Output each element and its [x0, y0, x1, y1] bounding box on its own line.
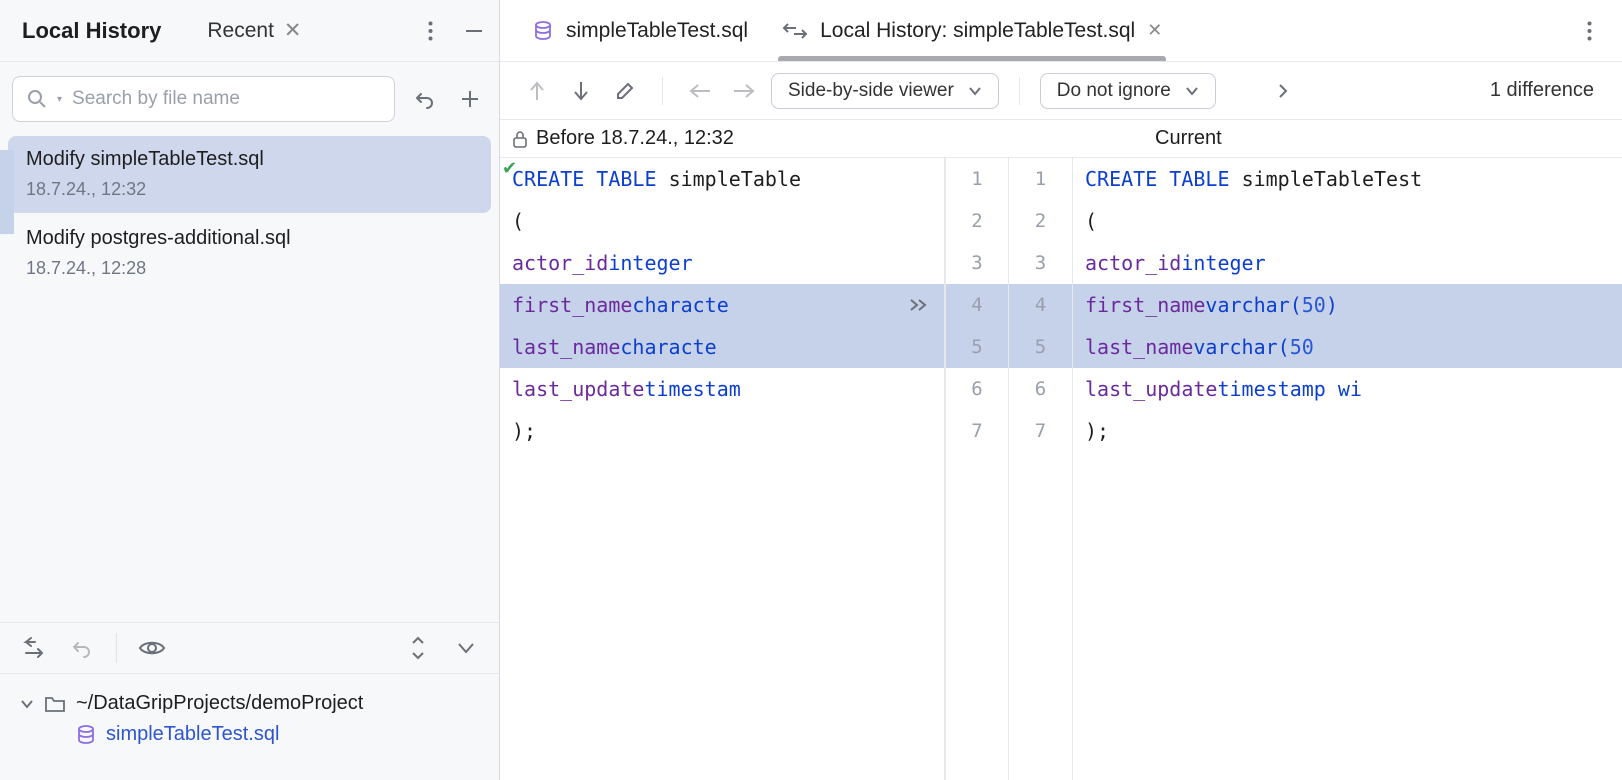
undo-icon[interactable]: [407, 82, 441, 116]
left-line-numbers: 1 2 3 4 5 6 7: [945, 158, 1009, 780]
history-item-timestamp: 18.7.24., 12:32: [26, 177, 473, 201]
prev-diff-icon[interactable]: [520, 74, 554, 108]
add-icon[interactable]: [453, 82, 487, 116]
database-icon: [532, 20, 554, 42]
tab-label: Local History: simpleTableTest.sql: [820, 19, 1135, 43]
undo-icon[interactable]: [64, 631, 98, 665]
diff-icon: [782, 20, 808, 42]
expand-icon[interactable]: [1266, 74, 1300, 108]
tree-root-label: ~/DataGripProjects/demoProject: [76, 692, 363, 715]
folder-icon: [44, 695, 66, 713]
tree-file-label: simpleTableTest.sql: [106, 723, 279, 746]
separator: [662, 77, 663, 105]
edit-icon[interactable]: [608, 74, 642, 108]
pane-header-before-label: Before 18.7.24., 12:32: [536, 127, 734, 150]
chevron-down-icon: [1185, 86, 1199, 96]
editor-panel: simpleTableTest.sql Local History: simpl…: [500, 0, 1622, 780]
separator: [116, 633, 117, 663]
viewer-mode-label: Side-by-side viewer: [788, 80, 954, 102]
search-input[interactable]: ▾: [12, 76, 395, 122]
chevron-down-icon: [968, 86, 982, 96]
next-diff-icon[interactable]: [564, 74, 598, 108]
more-icon[interactable]: [1572, 14, 1606, 48]
search-icon: [27, 89, 47, 109]
history-item[interactable]: Modify postgres-additional.sql 18.7.24.,…: [8, 215, 491, 292]
history-item-title: Modify postgres-additional.sql: [26, 225, 473, 252]
left-panel-header: Local History Recent ✕: [0, 0, 499, 62]
tab-file[interactable]: simpleTableTest.sql: [518, 0, 762, 61]
file-tree: ~/DataGripProjects/demoProject simpleTab…: [0, 673, 499, 780]
difference-count: 1 difference: [1490, 79, 1602, 102]
history-item-timestamp: 18.7.24., 12:28: [26, 256, 473, 280]
chevron-down-icon[interactable]: [20, 697, 34, 711]
check-icon: ✔: [502, 158, 517, 179]
collapse-icon[interactable]: [449, 631, 483, 665]
accept-change-icon[interactable]: [895, 284, 944, 326]
history-item-title: Modify simpleTableTest.sql: [26, 146, 473, 173]
pane-header-current-label: Current: [1155, 127, 1222, 150]
code-pane-right[interactable]: CREATE TABLE simpleTableTest ( actor_id …: [1073, 158, 1622, 780]
tab-recent[interactable]: Recent ✕: [197, 12, 311, 49]
left-footer-toolbar: [0, 622, 499, 673]
accept-gutter: [895, 158, 945, 780]
lock-icon: [512, 130, 528, 148]
tree-root[interactable]: ~/DataGripProjects/demoProject: [16, 688, 483, 719]
ignore-mode-label: Do not ignore: [1057, 80, 1171, 102]
panel-title: Local History: [22, 18, 161, 44]
tab-local-history[interactable]: Local History: simpleTableTest.sql ✕: [768, 0, 1176, 61]
forward-icon[interactable]: [727, 74, 761, 108]
diff-body: ✔ CREATE TABLE simpleTable ( actor_id in…: [500, 158, 1622, 780]
history-list: Modify simpleTableTest.sql 18.7.24., 12:…: [0, 136, 499, 622]
change-marker: [0, 150, 14, 234]
revert-commit-icon[interactable]: [16, 631, 50, 665]
left-toolbar: ▾: [0, 62, 499, 136]
tab-label: simpleTableTest.sql: [566, 19, 748, 43]
back-icon[interactable]: [683, 74, 717, 108]
updown-icon[interactable]: [401, 631, 435, 665]
code-pane-left[interactable]: ✔ CREATE TABLE simpleTable ( actor_id in…: [500, 158, 895, 780]
separator: [1019, 77, 1020, 105]
pane-header-current: Current: [1143, 120, 1234, 157]
search-field[interactable]: [72, 88, 380, 110]
diff-toolbar: Side-by-side viewer Do not ignore 1 diff…: [500, 62, 1622, 120]
more-icon[interactable]: [413, 14, 447, 48]
database-icon: [76, 725, 96, 745]
close-icon[interactable]: ✕: [1147, 20, 1162, 41]
editor-tabbar: simpleTableTest.sql Local History: simpl…: [500, 0, 1622, 62]
local-history-panel: Local History Recent ✕ ▾: [0, 0, 500, 780]
ignore-mode-select[interactable]: Do not ignore: [1040, 73, 1216, 109]
close-icon[interactable]: ✕: [284, 18, 302, 43]
pane-header-before: Before 18.7.24., 12:32: [500, 120, 913, 157]
history-item[interactable]: Modify simpleTableTest.sql 18.7.24., 12:…: [8, 136, 491, 213]
dropdown-icon[interactable]: ▾: [57, 94, 62, 105]
tree-file[interactable]: simpleTableTest.sql: [16, 719, 483, 750]
show-preview-icon[interactable]: [135, 631, 169, 665]
pane-headers: Before 18.7.24., 12:32 Current: [500, 120, 1622, 158]
minimize-icon[interactable]: [457, 14, 491, 48]
tab-recent-label: Recent: [207, 19, 274, 43]
right-line-numbers: 1 2 3 4 5 6 7: [1009, 158, 1073, 780]
viewer-mode-select[interactable]: Side-by-side viewer: [771, 73, 999, 109]
